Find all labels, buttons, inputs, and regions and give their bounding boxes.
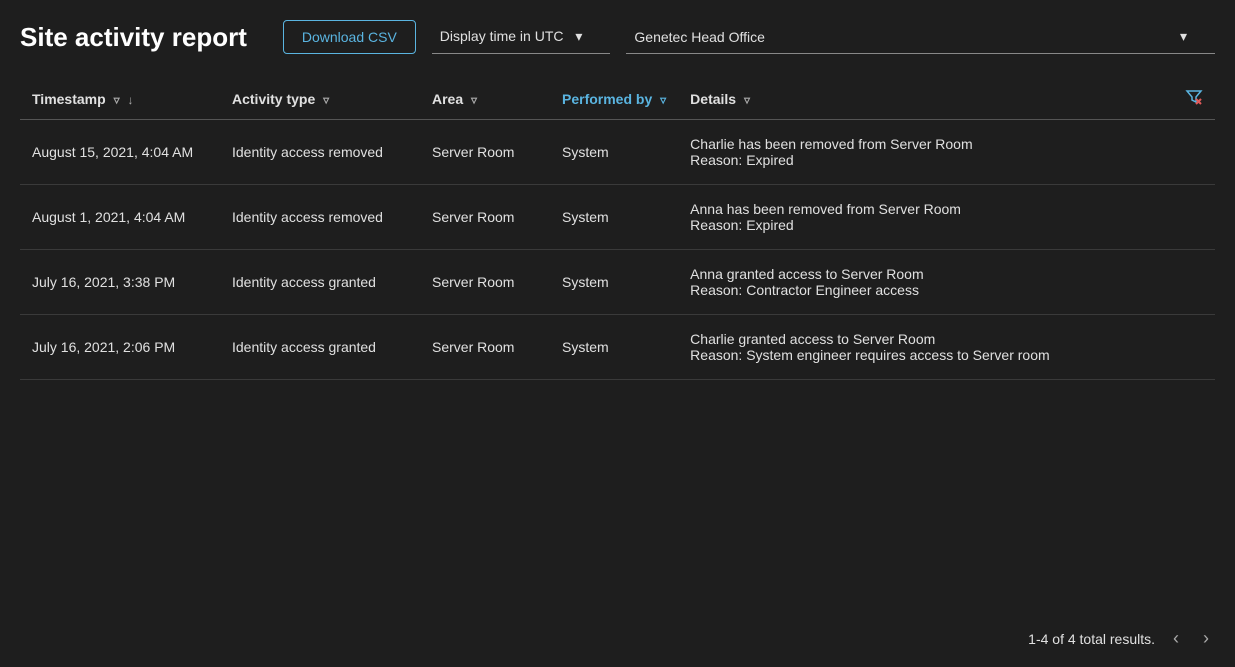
cell-timestamp-4: July 16, 2021, 2:06 PM (20, 315, 220, 380)
table-container: Timestamp ▿ ↓ Activity type ▿ Area ▿ Per… (20, 78, 1215, 610)
col-header-performed-by: Performed by ▿ (550, 78, 678, 120)
table-row: July 16, 2021, 3:38 PM Identity access g… (20, 250, 1215, 315)
detail-line2-2: Reason: Expired (690, 217, 1161, 233)
col-header-details: Details ▿ (678, 78, 1173, 120)
cell-details-1: Charlie has been removed from Server Roo… (678, 120, 1173, 185)
timestamp-value-2: August 1, 2021, 4:04 AM (32, 209, 185, 225)
detail-line2-1: Reason: Expired (690, 152, 1161, 168)
area-label: Area (432, 91, 463, 107)
time-display-label: Display time in UTC (440, 28, 564, 44)
performed-by-filter-icon[interactable]: ▿ (660, 93, 666, 107)
performed-by-label: Performed by (562, 91, 652, 107)
col-header-area: Area ▿ (420, 78, 550, 120)
cell-area-3: Server Room (420, 250, 550, 315)
table-body: August 15, 2021, 4:04 AM Identity access… (20, 120, 1215, 380)
site-label: Genetec Head Office (634, 29, 764, 45)
cell-area-2: Server Room (420, 185, 550, 250)
detail-line2-4: Reason: System engineer requires access … (690, 347, 1161, 363)
col-header-clear-filters (1173, 78, 1215, 120)
cell-activity-2: Identity access removed (220, 185, 420, 250)
details-filter-icon[interactable]: ▿ (744, 93, 750, 107)
time-display-arrow-icon: ▾ (575, 28, 582, 44)
table-row: July 16, 2021, 2:06 PM Identity access g… (20, 315, 1215, 380)
site-dropdown-arrow-icon: ▾ (1180, 28, 1187, 45)
performed-value-2: System (562, 209, 609, 225)
area-filter-icon[interactable]: ▿ (471, 93, 477, 107)
table-row: August 1, 2021, 4:04 AM Identity access … (20, 185, 1215, 250)
area-value-1: Server Room (432, 144, 514, 160)
activity-value-2: Identity access removed (232, 209, 383, 225)
next-page-button[interactable]: › (1197, 624, 1215, 653)
table-row: August 15, 2021, 4:04 AM Identity access… (20, 120, 1215, 185)
col-header-activity-type: Activity type ▿ (220, 78, 420, 120)
performed-value-4: System (562, 339, 609, 355)
cell-timestamp-2: August 1, 2021, 4:04 AM (20, 185, 220, 250)
page-container: Site activity report Download CSV Displa… (0, 0, 1235, 667)
clear-all-filters-icon[interactable] (1185, 88, 1203, 106)
activity-type-filter-icon[interactable]: ▿ (323, 93, 329, 107)
area-value-4: Server Room (432, 339, 514, 355)
cell-activity-1: Identity access removed (220, 120, 420, 185)
cell-area-4: Server Room (420, 315, 550, 380)
table-header-row: Timestamp ▿ ↓ Activity type ▿ Area ▿ Per… (20, 78, 1215, 120)
download-csv-button[interactable]: Download CSV (283, 20, 416, 54)
details-label: Details (690, 91, 736, 107)
performed-value-3: System (562, 274, 609, 290)
activity-type-label: Activity type (232, 91, 315, 107)
footer: 1-4 of 4 total results. ‹ › (20, 610, 1215, 657)
cell-timestamp-3: July 16, 2021, 3:38 PM (20, 250, 220, 315)
cell-performed-2: System (550, 185, 678, 250)
cell-details-2: Anna has been removed from Server Room R… (678, 185, 1173, 250)
cell-performed-4: System (550, 315, 678, 380)
activity-value-4: Identity access granted (232, 339, 376, 355)
detail-line1-1: Charlie has been removed from Server Roo… (690, 136, 1161, 152)
site-dropdown[interactable]: Genetec Head Office ▾ (626, 20, 1215, 54)
cell-timestamp-1: August 15, 2021, 4:04 AM (20, 120, 220, 185)
cell-details-3: Anna granted access to Server Room Reaso… (678, 250, 1173, 315)
timestamp-label: Timestamp (32, 91, 106, 107)
timestamp-value-4: July 16, 2021, 2:06 PM (32, 339, 175, 355)
area-value-3: Server Room (432, 274, 514, 290)
cell-activity-4: Identity access granted (220, 315, 420, 380)
activity-value-3: Identity access granted (232, 274, 376, 290)
detail-line1-2: Anna has been removed from Server Room (690, 201, 1161, 217)
time-display-dropdown[interactable]: Display time in UTC ▾ (432, 20, 611, 54)
activity-table: Timestamp ▿ ↓ Activity type ▿ Area ▿ Per… (20, 78, 1215, 380)
activity-value-1: Identity access removed (232, 144, 383, 160)
cell-details-4: Charlie granted access to Server Room Re… (678, 315, 1173, 380)
cell-activity-3: Identity access granted (220, 250, 420, 315)
header: Site activity report Download CSV Displa… (20, 20, 1215, 54)
timestamp-filter-icon[interactable]: ▿ (114, 93, 120, 107)
detail-line2-3: Reason: Contractor Engineer access (690, 282, 1161, 298)
pagination-info: 1-4 of 4 total results. (1028, 631, 1155, 647)
timestamp-value-3: July 16, 2021, 3:38 PM (32, 274, 175, 290)
detail-line1-3: Anna granted access to Server Room (690, 266, 1161, 282)
timestamp-value-1: August 15, 2021, 4:04 AM (32, 144, 193, 160)
cell-performed-1: System (550, 120, 678, 185)
cell-performed-3: System (550, 250, 678, 315)
area-value-2: Server Room (432, 209, 514, 225)
prev-page-button[interactable]: ‹ (1167, 624, 1185, 653)
timestamp-sort-icon[interactable]: ↓ (127, 93, 133, 107)
cell-area-1: Server Room (420, 120, 550, 185)
col-header-timestamp: Timestamp ▿ ↓ (20, 78, 220, 120)
page-title: Site activity report (20, 22, 247, 53)
detail-line1-4: Charlie granted access to Server Room (690, 331, 1161, 347)
performed-value-1: System (562, 144, 609, 160)
